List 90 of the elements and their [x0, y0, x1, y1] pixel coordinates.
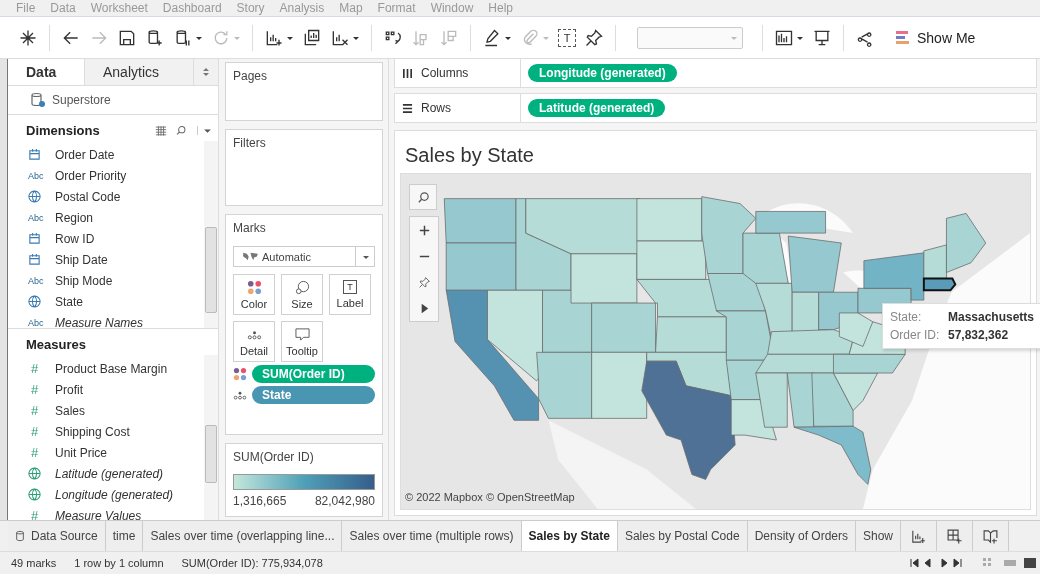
type-label: # [31, 361, 39, 376]
field-item[interactable]: State [55, 294, 84, 309]
book-plus-icon [982, 527, 1000, 545]
card-title: Marks [233, 221, 266, 235]
globe-icon [28, 467, 41, 480]
size-circles-icon [294, 279, 310, 295]
sheet-title: Sales by State [404, 143, 535, 168]
type-label: # [31, 424, 39, 439]
rows-icon [402, 102, 413, 114]
globe-icon [28, 190, 41, 203]
field-item[interactable]: Ship Mode [55, 273, 113, 288]
tooltip-label: State: [890, 310, 923, 324]
type-label: Abc [28, 275, 44, 286]
field-item[interactable]: Measure Names [55, 315, 144, 330]
search-icon [416, 190, 430, 204]
shelf-label: Columns [421, 66, 469, 80]
card-title: Pages [233, 69, 268, 83]
search-button[interactable] [409, 184, 437, 210]
map-attribution: © 2022 Mapbox © OpenStreetMap [405, 491, 575, 503]
field-item[interactable]: Order Date [55, 147, 115, 162]
field-item[interactable]: Product Base Margin [55, 361, 168, 376]
text-icon: T [343, 280, 357, 294]
database-icon [15, 530, 25, 542]
field-item[interactable]: Postal Code [55, 189, 121, 204]
columns-icon [402, 67, 413, 79]
section-title: Dimensions [26, 122, 101, 138]
legend-max: 82,042,980 [314, 494, 375, 508]
field-item[interactable]: Shipping Cost [55, 424, 130, 439]
mark-property-button[interactable]: Size [281, 274, 323, 315]
speech-bubble-icon [294, 326, 310, 342]
mark-type-label: Automatic [262, 250, 312, 263]
type-label: # [31, 445, 39, 460]
mark-property-button[interactable]: T Label [329, 274, 371, 315]
field-item[interactable]: Latitude (generated) [55, 466, 164, 481]
field-item[interactable]: Ship Date [55, 252, 108, 267]
field-item[interactable]: Measure Values [55, 508, 142, 520]
type-label: # [31, 403, 39, 418]
grid-plus-icon [946, 527, 964, 545]
status-text: SUM(Order ID): 775,934,078 [181, 557, 323, 569]
duplicate-icon [302, 27, 322, 48]
calendar-icon [28, 253, 41, 266]
tooltip-value: Massachusetts [948, 310, 1035, 324]
field-item[interactable]: Unit Price [55, 445, 107, 460]
list-view-icon[interactable] [155, 124, 167, 136]
field-item[interactable]: Row ID [55, 231, 95, 246]
type-label: Abc [28, 212, 44, 223]
mark-type-dropdown[interactable]: Automatic [233, 246, 375, 267]
legend-title: SUM(Order ID) [233, 450, 314, 464]
field-item[interactable]: Sales [55, 403, 86, 418]
sheet-tab[interactable]: Sales by State [521, 521, 618, 551]
shelf-label: Rows [421, 101, 451, 115]
plus-icon [417, 223, 431, 237]
scrollbar[interactable] [204, 355, 218, 520]
globe-icon [28, 488, 41, 501]
tooltip-label: Order ID: [890, 328, 941, 342]
legend-min: 1,316,665 [233, 494, 287, 508]
mark-property-button[interactable]: Tooltip [281, 321, 323, 362]
status-text: 1 row by 1 column [74, 557, 164, 569]
field-item[interactable]: Region [55, 210, 94, 225]
card-title: Filters [233, 136, 266, 150]
pin-icon [417, 275, 431, 289]
map-icon [242, 251, 259, 262]
field-item[interactable]: Profit [55, 382, 83, 397]
type-label: # [31, 382, 39, 397]
calendar-icon [28, 148, 41, 161]
status-text: 49 marks [11, 557, 57, 569]
tooltip-value: 57,832,362 [948, 328, 1009, 342]
panel-tab[interactable]: Data [8, 59, 85, 85]
calendar-icon [28, 232, 41, 245]
field-item[interactable]: Longitude (generated) [55, 487, 174, 502]
datasource-name[interactable]: Superstore [52, 93, 111, 107]
mark-property-button[interactable]: Detail [233, 321, 275, 362]
caret-icon[interactable] [197, 125, 212, 135]
type-label: # [31, 508, 39, 520]
database-icon [30, 92, 46, 108]
color-dots-icon [246, 279, 262, 295]
search-icon[interactable] [175, 124, 187, 136]
show-me-button[interactable]: Show Me [891, 27, 980, 48]
globe-icon [28, 295, 41, 308]
pin-icon [584, 27, 604, 48]
view-mode-icon[interactable] [982, 557, 1036, 569]
mark-property-button[interactable]: Color [233, 274, 275, 315]
type-label: Abc [28, 317, 44, 328]
field-item[interactable]: Order Priority [55, 168, 127, 183]
up-down-icon[interactable] [202, 66, 210, 78]
type-label: Abc [28, 170, 44, 181]
bars-icon [895, 29, 911, 46]
section-title: Measures [26, 336, 87, 352]
scrollbar[interactable] [204, 141, 218, 328]
color-dots-icon [233, 367, 247, 381]
